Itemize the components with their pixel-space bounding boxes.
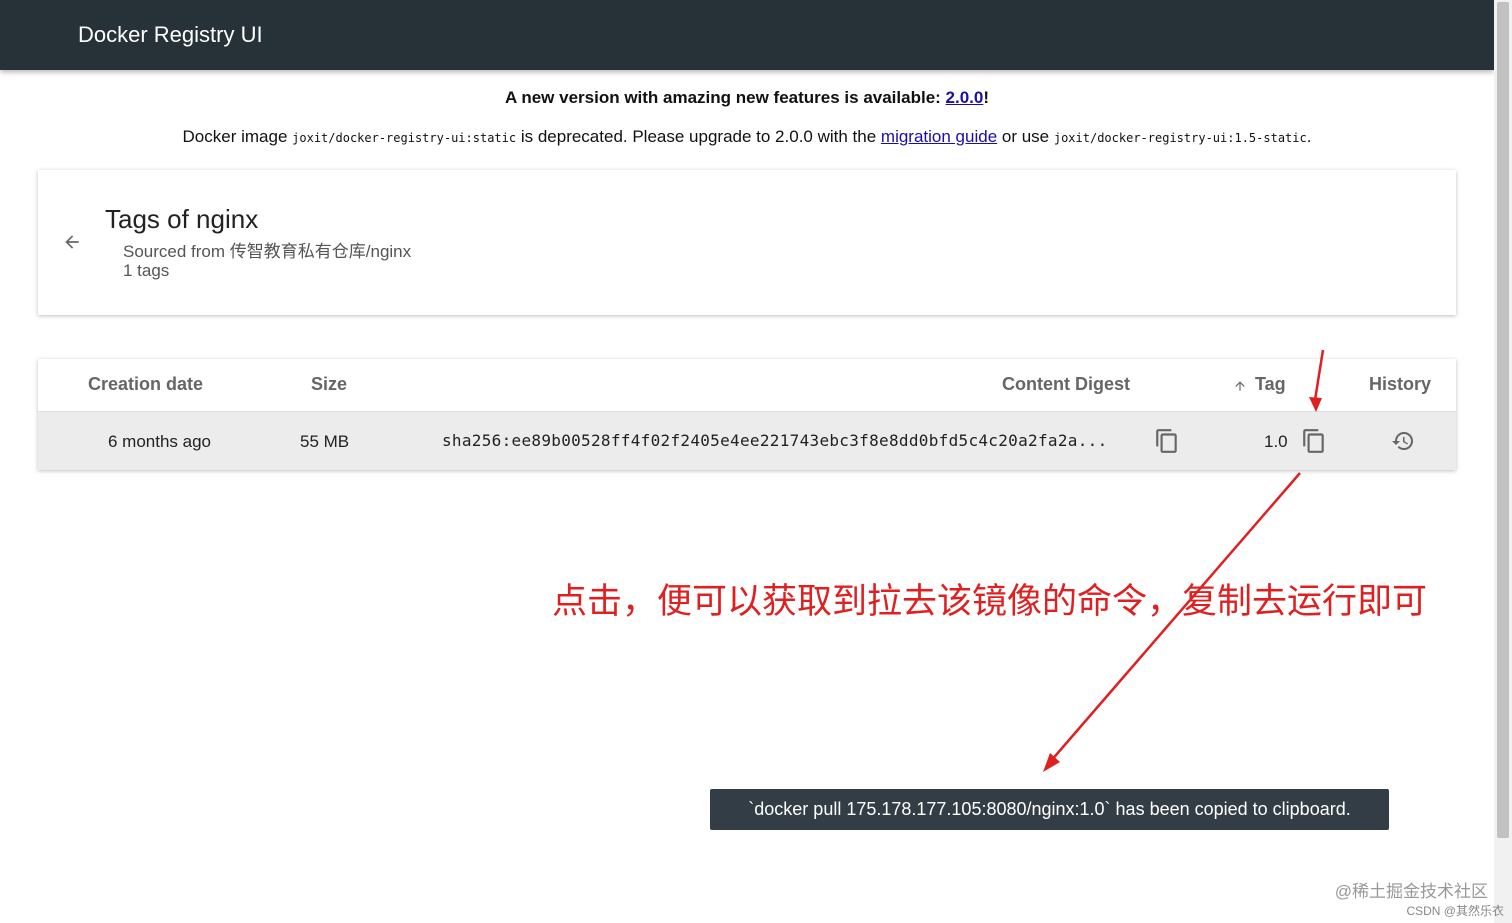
- creation-date-cell: 6 months ago: [108, 432, 212, 451]
- size-cell: 55 MB: [300, 432, 350, 451]
- page-title: Tags of nginx: [105, 204, 259, 234]
- deprecation-text-4: .: [1306, 127, 1312, 146]
- tag-cell: 1.0: [1264, 432, 1288, 451]
- version-link[interactable]: 2.0.0: [946, 88, 984, 107]
- table-row: 6 months ago 55 MB sha256:ee89b00528ff4f…: [38, 412, 1456, 470]
- content-digest-cell: sha256:ee89b00528ff4f02f2405e4ee221743eb…: [442, 431, 1108, 450]
- scrollbar[interactable]: [1494, 0, 1512, 923]
- column-history: History: [1369, 374, 1432, 394]
- column-content-digest[interactable]: Content Digest: [1002, 374, 1130, 395]
- annotation-text: 点击，便可以获取到拉去该镜像的命令，复制去运行即可: [552, 582, 1428, 622]
- tag-count: 1 tags: [123, 261, 170, 280]
- deprecation-text-2: is deprecated. Please upgrade to 2.0.0 w…: [516, 127, 881, 146]
- column-size[interactable]: Size: [311, 374, 347, 395]
- repository-card: Tags of nginx Sourced from 传智教育私有仓库/ngin…: [38, 170, 1456, 315]
- watermark-csdn: CSDN @其然乐衣: [1406, 904, 1504, 918]
- repository-source: Sourced from 传智教育私有仓库/nginx: [123, 242, 412, 261]
- arrow-left-icon[interactable]: [62, 232, 82, 252]
- copy-pull-command-icon[interactable]: [1301, 428, 1327, 454]
- history-icon[interactable]: [1391, 429, 1415, 453]
- deprecated-image-name: joxit/docker-registry-ui:static: [292, 131, 517, 145]
- sort-arrow-up-icon[interactable]: [1233, 379, 1247, 393]
- column-creation-date[interactable]: Creation date: [88, 374, 203, 395]
- watermark-juejin: @稀土掘金技术社区: [1334, 882, 1488, 901]
- notice-text: A new version with amazing new features …: [504, 88, 946, 107]
- scrollbar-thumb[interactable]: [1497, 2, 1509, 838]
- alternative-image-name: joxit/docker-registry-ui:1.5-static: [1053, 131, 1307, 145]
- new-version-notice: A new version with amazing new features …: [0, 88, 1494, 108]
- clipboard-toast: `docker pull 175.178.177.105:8080/nginx:…: [710, 789, 1389, 830]
- deprecation-text-1: Docker image: [182, 127, 293, 146]
- deprecation-notice: Docker image joxit/docker-registry-ui:st…: [0, 127, 1494, 147]
- copy-digest-icon[interactable]: [1154, 428, 1180, 454]
- app-header: Docker Registry UI: [0, 0, 1494, 70]
- tags-table: Creation date Size Content Digest Tag Hi…: [38, 359, 1456, 470]
- migration-guide-link[interactable]: migration guide: [881, 127, 997, 146]
- toast-message: `docker pull 175.178.177.105:8080/nginx:…: [748, 799, 1351, 819]
- table-header: Creation date Size Content Digest Tag Hi…: [38, 359, 1456, 412]
- deprecation-text-3: or use: [997, 127, 1054, 146]
- notice-suffix: !: [983, 88, 990, 107]
- app-title[interactable]: Docker Registry UI: [78, 22, 263, 48]
- column-tag[interactable]: Tag: [1255, 374, 1286, 395]
